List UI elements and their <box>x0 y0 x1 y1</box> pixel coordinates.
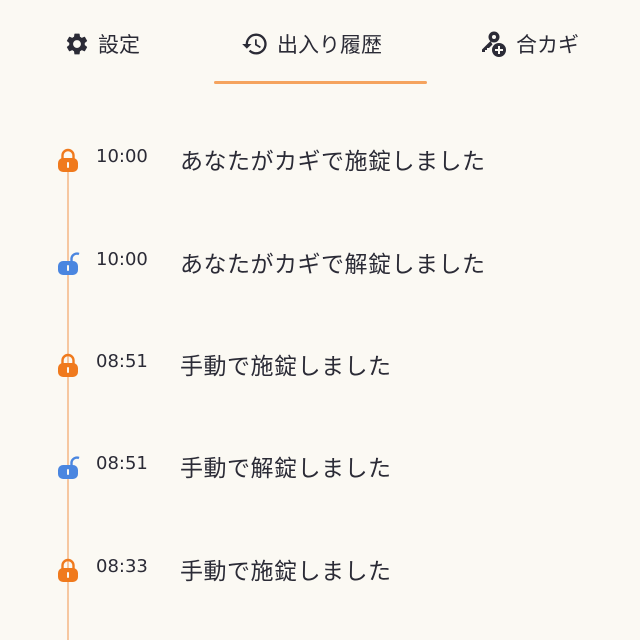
unlocked-padlock-icon <box>56 455 80 481</box>
entry-message: 手動で施錠しました <box>180 559 392 585</box>
tab-history-label: 出入り履歴 <box>277 33 382 57</box>
locked-padlock-icon <box>56 558 80 584</box>
unlocked-padlock-icon <box>56 251 80 277</box>
entry-time: 08:33 <box>96 556 148 577</box>
tab-settings-label: 設定 <box>98 33 140 57</box>
tab-history[interactable]: 出入り履歴 <box>241 26 382 62</box>
history-entry[interactable]: 10:00 あなたがカギで解錠しました <box>0 243 640 283</box>
locked-padlock-icon <box>56 148 80 174</box>
entry-time: 10:00 <box>96 249 148 270</box>
active-tab-indicator <box>214 81 427 84</box>
history-entry[interactable]: 08:33 手動で施錠しました <box>0 550 640 590</box>
entry-time: 08:51 <box>96 351 148 372</box>
add-key-icon <box>478 29 508 59</box>
history-entry[interactable]: 10:00 あなたがカギで施錠しました <box>0 140 640 180</box>
entry-message: 手動で解錠しました <box>180 456 392 482</box>
entry-message: あなたがカギで解錠しました <box>180 252 486 278</box>
gear-icon <box>64 31 90 57</box>
entry-time: 10:00 <box>96 146 148 167</box>
history-entry[interactable]: 08:51 手動で解錠しました <box>0 447 640 487</box>
history-entry[interactable]: 08:51 手動で施錠しました <box>0 345 640 385</box>
tab-shared-key[interactable]: 合カギ <box>478 26 579 62</box>
entry-message: あなたがカギで施錠しました <box>180 149 486 175</box>
entry-time: 08:51 <box>96 453 148 474</box>
tab-shared-key-label: 合カギ <box>516 33 579 57</box>
entry-message: 手動で施錠しました <box>180 354 392 380</box>
history-icon <box>241 30 269 58</box>
locked-padlock-icon <box>56 353 80 379</box>
tab-settings[interactable]: 設定 <box>64 26 140 62</box>
tab-bar: 設定 出入り履歴 合カギ <box>0 0 640 86</box>
